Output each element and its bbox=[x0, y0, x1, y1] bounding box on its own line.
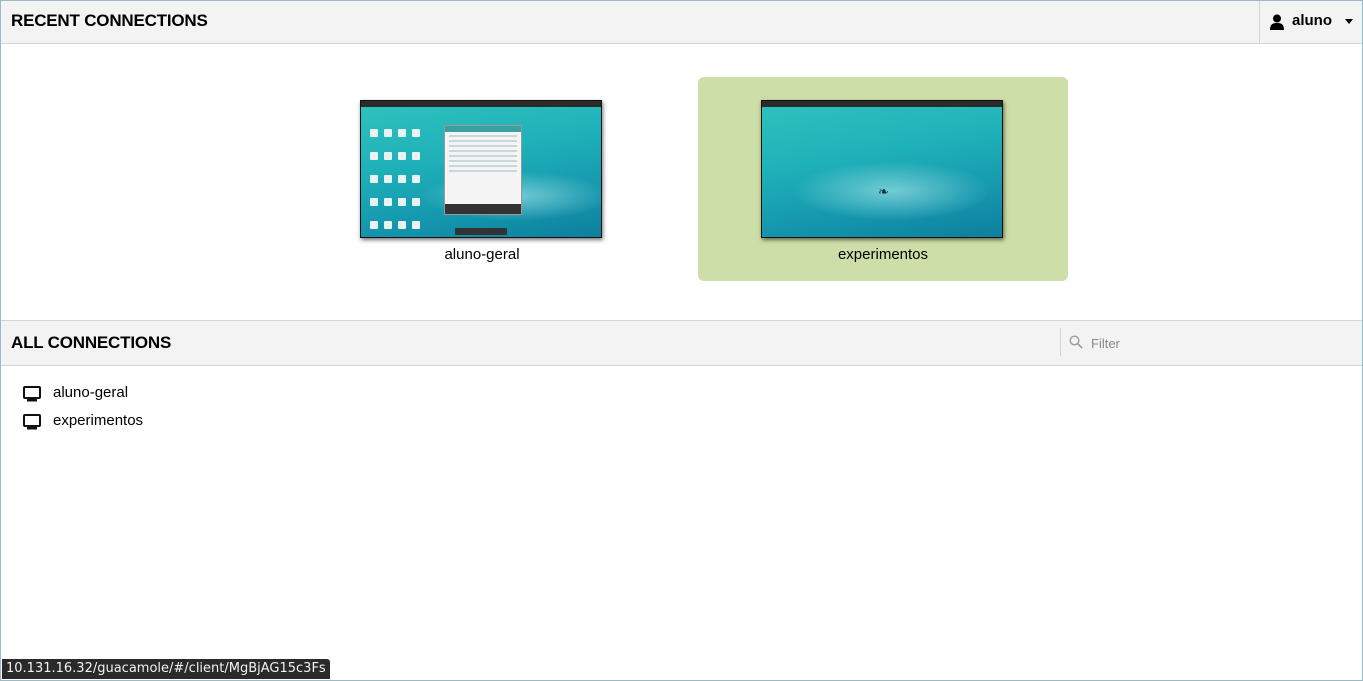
user-menu-button[interactable]: aluno bbox=[1259, 1, 1362, 43]
monitor-icon bbox=[23, 386, 41, 402]
app-frame: RECENT CONNECTIONS aluno aluno-geral ❧ e… bbox=[0, 0, 1363, 681]
connection-thumbnail: ❧ bbox=[761, 100, 1003, 238]
search-icon bbox=[1069, 335, 1083, 349]
tile-label: experimentos bbox=[837, 246, 929, 263]
chevron-down-icon bbox=[1345, 19, 1353, 24]
status-bar-url: 10.131.16.32/guacamole/#/client/MgBjAG15… bbox=[2, 659, 330, 679]
all-connections-header: ALL CONNECTIONS bbox=[1, 320, 1362, 366]
connection-name: experimentos bbox=[53, 412, 144, 429]
user-icon bbox=[1270, 14, 1284, 30]
recent-connection-tile-experimentos[interactable]: ❧ experimentos bbox=[698, 77, 1068, 281]
tile-label: aluno-geral bbox=[444, 246, 520, 263]
filter-input[interactable] bbox=[1089, 332, 1353, 354]
recent-connection-tile-aluno-geral[interactable]: aluno-geral bbox=[297, 77, 667, 281]
username-label: aluno bbox=[1292, 12, 1332, 29]
connection-name: aluno-geral bbox=[53, 384, 129, 401]
connection-thumbnail bbox=[360, 100, 602, 238]
filter-box bbox=[1060, 328, 1361, 356]
recent-connections-header: RECENT CONNECTIONS aluno bbox=[1, 1, 1362, 44]
monitor-icon bbox=[23, 414, 41, 430]
recent-connections-title: RECENT CONNECTIONS bbox=[11, 11, 208, 30]
all-connections-title: ALL CONNECTIONS bbox=[11, 333, 172, 352]
